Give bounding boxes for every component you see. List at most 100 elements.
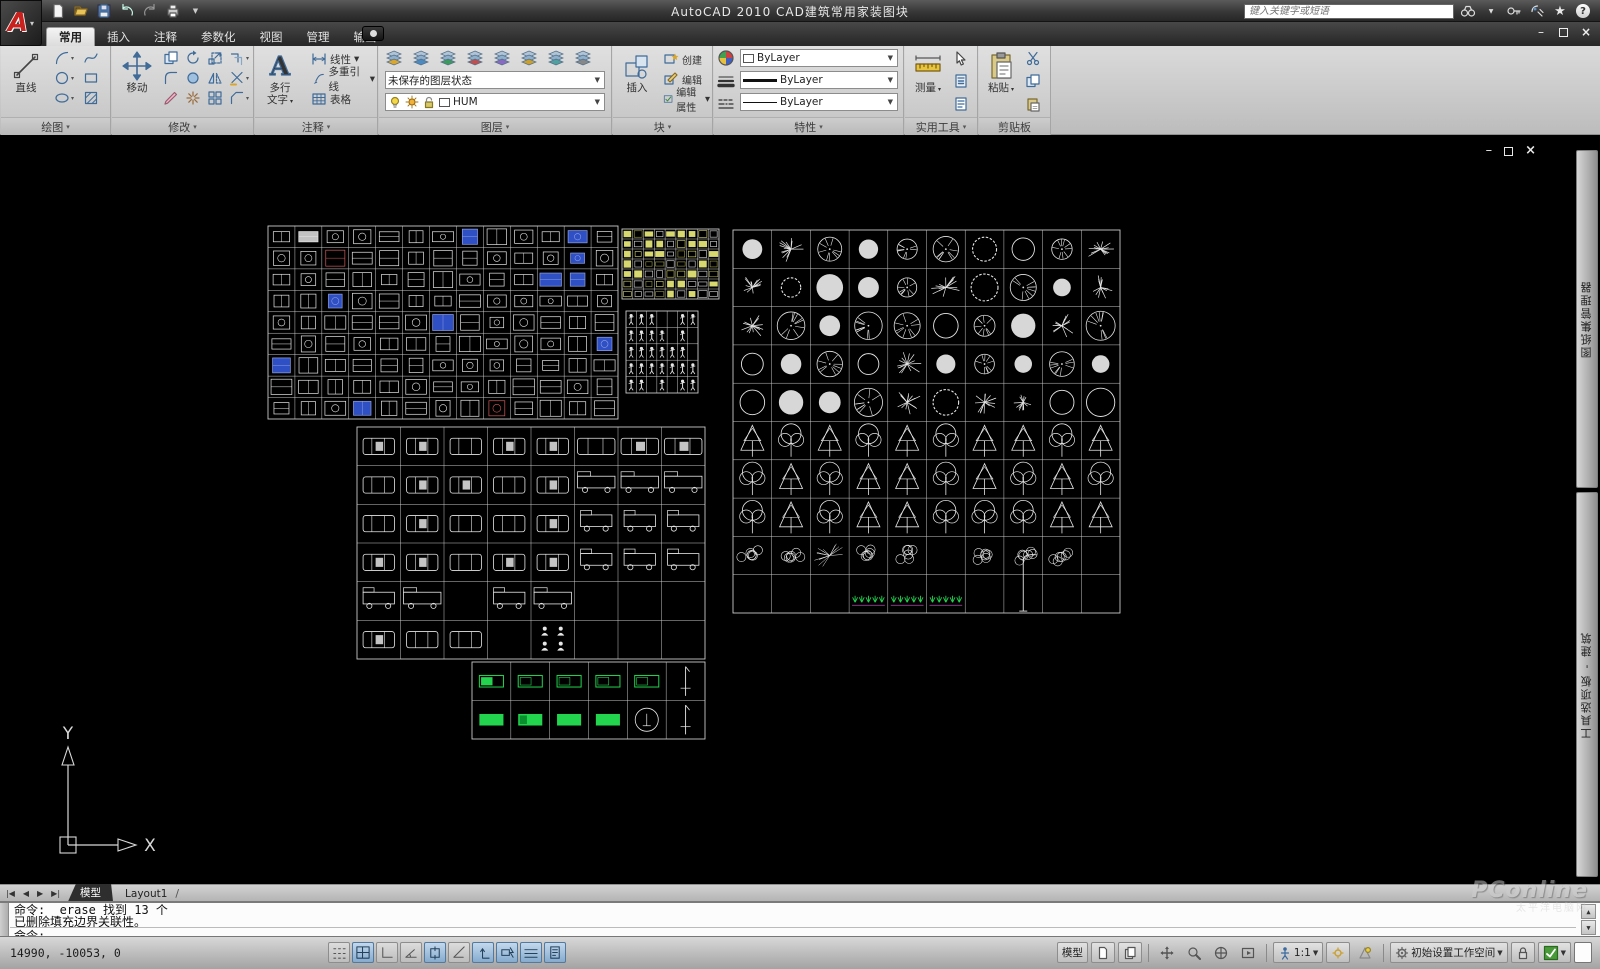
block-group-people-blocks[interactable] [626, 311, 698, 393]
new-file-icon[interactable] [48, 3, 67, 20]
ribbon-tab-参数化[interactable]: 参数化 [189, 28, 248, 47]
toggle-otrack-icon[interactable] [448, 942, 470, 963]
quick-select-icon[interactable] [952, 49, 970, 67]
panel-label-block[interactable]: 块▾ [613, 117, 712, 135]
prev-tab-icon[interactable]: ◀ [19, 889, 33, 898]
block-group-vehicle-blocks[interactable] [357, 427, 705, 659]
toggle-snap-icon[interactable] [328, 942, 350, 963]
last-tab-icon[interactable]: ▶| [47, 889, 64, 898]
block-group-electrical-blocks[interactable] [622, 229, 719, 299]
panel-label-annotate[interactable]: 注释▾ [255, 117, 377, 135]
object-color-icon[interactable] [717, 49, 735, 67]
toggle-lineweight-icon[interactable] [520, 942, 542, 963]
trim-tool-icon[interactable]: ▾ [228, 69, 253, 87]
drawing-canvas[interactable]: YX [0, 135, 1600, 884]
quick-calc-icon[interactable] [952, 72, 970, 90]
help-icon[interactable]: ? [1576, 4, 1590, 18]
toolbar-lock-button[interactable] [1511, 942, 1535, 963]
scale-tool-icon[interactable] [206, 49, 227, 67]
toggle-ducs-icon[interactable] [472, 942, 494, 963]
undo-icon[interactable] [117, 3, 136, 20]
panel-label-utilities[interactable]: 实用工具▾ [905, 117, 977, 135]
table-item[interactable]: 表格 [309, 89, 377, 109]
status-tray-button[interactable]: ▼ [1538, 942, 1571, 963]
layer-tool-icon-3[interactable] [438, 48, 458, 68]
lineweight-icon[interactable] [717, 72, 735, 90]
palette-tab-sheet-set-manager[interactable]: 图纸集管理器 [1576, 150, 1598, 488]
panel-label-layers[interactable]: 图层▾ [379, 117, 611, 135]
steering-wheel-button[interactable] [1209, 942, 1233, 963]
edit-attributes-item[interactable]: 编辑属性▾ [661, 89, 712, 109]
annotation-scale-button[interactable]: 1:1▼ [1273, 942, 1323, 963]
zoom-button[interactable] [1182, 942, 1206, 963]
measure-tool-button[interactable]: 测量 ▾ [907, 48, 949, 114]
next-tab-icon[interactable]: ▶ [33, 889, 47, 898]
layer-tool-icon-8[interactable] [573, 48, 593, 68]
mirror-tool-icon[interactable] [206, 69, 227, 87]
redo-icon[interactable] [140, 3, 159, 20]
linetype-icon[interactable] [717, 95, 735, 113]
layer-tool-icon-4[interactable] [465, 48, 485, 68]
copy-clip-icon[interactable] [1024, 72, 1042, 90]
color-dropdown[interactable]: ByLayer▼ [740, 49, 898, 67]
cut-icon[interactable] [1024, 49, 1042, 67]
linetype-dropdown[interactable]: ByLayer▼ [740, 93, 898, 111]
app-menu-button[interactable]: A▾ [0, 0, 42, 46]
layer-tool-icon-6[interactable] [519, 48, 539, 68]
block-group-furniture-blocks[interactable] [268, 226, 618, 419]
lineweight-dropdown[interactable]: ByLayer▼ [740, 71, 898, 89]
quick-view-drawings-button[interactable] [1118, 942, 1142, 963]
first-tab-icon[interactable]: |◀ [2, 889, 19, 898]
doc-close-button[interactable]: × [1525, 145, 1536, 157]
search-input[interactable] [1244, 4, 1454, 19]
search-icon[interactable] [1459, 3, 1477, 19]
annotation-auto-button[interactable] [1353, 942, 1377, 963]
layout-tab-Layout1[interactable]: Layout1 [113, 887, 179, 902]
line-tool-button[interactable]: 直线 [3, 48, 49, 114]
region-tool-icon[interactable] [184, 69, 205, 87]
ellipse-tool-icon[interactable]: ▾ [53, 89, 81, 107]
rect-tool-icon[interactable] [82, 69, 108, 87]
record-icon[interactable] [362, 26, 384, 41]
move-tool-button[interactable]: 移动 [114, 48, 160, 114]
layer-tool-icon-7[interactable] [546, 48, 566, 68]
search-menu-icon[interactable]: ▼ [1482, 3, 1500, 19]
copy-tool-icon[interactable] [162, 49, 183, 67]
quick-view-layouts-button[interactable] [1091, 942, 1115, 963]
panel-label-modify[interactable]: 修改▾ [112, 117, 253, 135]
toggle-polar-icon[interactable] [400, 942, 422, 963]
model-space-button[interactable]: 模型 [1057, 942, 1088, 963]
open-file-icon[interactable] [71, 3, 90, 20]
pan-button[interactable] [1155, 942, 1179, 963]
annotation-visibility-button[interactable] [1326, 942, 1350, 963]
workspace-switcher[interactable]: 初始设置工作空间▼ [1390, 942, 1507, 963]
paste-special-icon[interactable] [1024, 95, 1042, 113]
plot-icon[interactable] [163, 3, 182, 20]
minimize-button[interactable]: – [1533, 25, 1549, 39]
array-tool-icon[interactable] [206, 89, 227, 107]
explode-tool-icon[interactable] [184, 89, 205, 107]
mtext-tool-button[interactable]: A 多行 文字 ▾ [257, 48, 303, 114]
communication-center-icon[interactable] [1528, 3, 1546, 19]
insert-block-button[interactable]: 插入 [615, 48, 659, 114]
subscription-key-icon[interactable] [1505, 3, 1523, 19]
qat-menu-icon[interactable]: ▼ [186, 3, 205, 20]
toggle-quick-properties-icon[interactable] [544, 942, 566, 963]
chamfer-tool-icon[interactable]: ▾ [228, 89, 253, 107]
block-group-tree-blocks[interactable] [733, 230, 1120, 613]
command-window[interactable]: 命令: _erase 找到 13 个 已删除填充边界关联性。 命令: ▲ ▼ [0, 901, 1600, 936]
hatch-tool-icon[interactable] [82, 89, 108, 107]
layer-tool-icon-2[interactable] [411, 48, 431, 68]
ribbon-tab-插入[interactable]: 插入 [95, 28, 142, 47]
panel-label-draw[interactable]: 绘图▾ [1, 117, 110, 135]
ribbon-tab-注释[interactable]: 注释 [142, 28, 189, 47]
close-button[interactable]: × [1578, 25, 1594, 39]
coordinate-display[interactable]: 14990, -10053, 0 [10, 946, 121, 960]
layer-state-dropdown[interactable]: 未保存的图层状态▼ [385, 71, 605, 89]
ribbon-tab-管理[interactable]: 管理 [295, 28, 342, 47]
create-block-item[interactable]: 创建 [661, 49, 712, 69]
doc-minimize-button[interactable]: – [1486, 145, 1493, 157]
arc-tool-icon[interactable]: ▾ [53, 49, 81, 67]
panel-label-properties[interactable]: 特性▾ [714, 117, 903, 135]
toggle-grid-icon[interactable] [352, 942, 374, 963]
